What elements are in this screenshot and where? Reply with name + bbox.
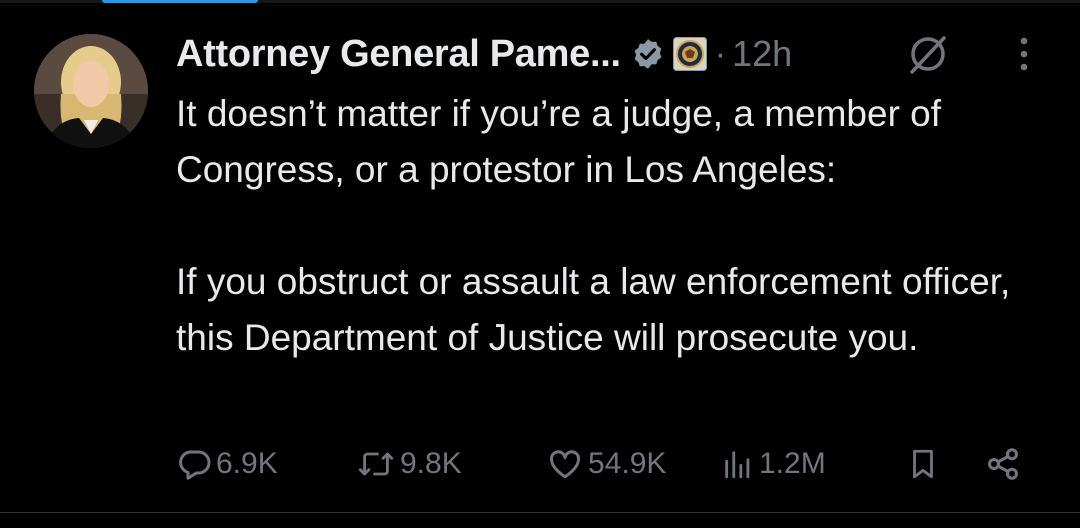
bookmark-button[interactable] [906, 440, 940, 488]
reply-count: 6.9K [216, 447, 278, 480]
doj-seal-icon[interactable] [672, 37, 707, 71]
reply-button[interactable]: 6.9K [176, 440, 278, 488]
post-actions: 6.9K 9.8K 54.9K 1.2M [176, 440, 1036, 488]
verified-badge-icon[interactable] [631, 37, 665, 71]
active-tab-indicator [102, 0, 258, 3]
more-options-icon[interactable] [1010, 34, 1038, 74]
post-text: It doesn’t matter if you’re a judge, a m… [176, 86, 1056, 366]
share-button[interactable] [984, 440, 1022, 488]
share-icon [988, 448, 1018, 480]
like-count: 54.9K [588, 447, 667, 480]
header-separator: · [714, 34, 727, 73]
grok-icon[interactable] [904, 30, 952, 78]
analytics-icon [725, 451, 750, 479]
repost-count: 9.8K [400, 447, 462, 480]
views-count: 1.2M [759, 447, 826, 480]
bookmark-icon [913, 449, 933, 479]
bottom-divider [0, 512, 1080, 513]
post-paragraph: It doesn’t matter if you’re a judge, a m… [176, 93, 942, 190]
avatar-photo [34, 34, 148, 148]
post-paragraph: If you obstruct or assault a law enforce… [176, 261, 1011, 358]
views-button[interactable]: 1.2M [721, 440, 826, 488]
post-header: Attorney General Pame... · 12h [176, 28, 792, 80]
post-timestamp[interactable]: 12h [732, 33, 792, 75]
repost-icon [358, 452, 394, 476]
reply-icon [179, 450, 211, 480]
avatar[interactable] [34, 34, 148, 148]
like-button[interactable]: 54.9K [546, 440, 666, 488]
heart-icon [549, 450, 581, 479]
author-name[interactable]: Attorney General Pame... [176, 33, 621, 76]
repost-button[interactable]: 9.8K [356, 440, 462, 488]
